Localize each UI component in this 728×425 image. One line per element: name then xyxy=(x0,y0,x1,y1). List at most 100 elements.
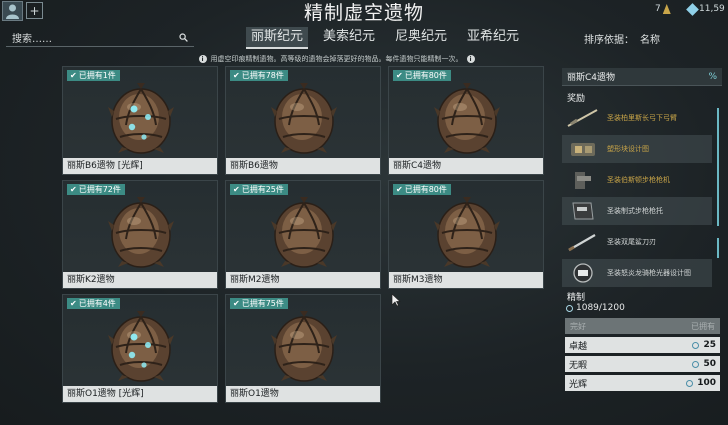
void-trace-icon xyxy=(686,379,694,387)
refine-option-row[interactable]: 卓越 25 xyxy=(565,337,720,353)
refine-level-name: 光辉 xyxy=(569,379,588,390)
reward-item[interactable]: 圣装伯斯顿步枪枪机 xyxy=(562,166,712,194)
relic-name: 丽斯K2遗物 xyxy=(63,272,217,288)
currency-platinum: 11,59 xyxy=(686,2,725,16)
check-icon: ✔ xyxy=(70,185,77,194)
owned-badge: ✔ 已拥有4件 xyxy=(67,298,120,309)
relic-icon xyxy=(271,83,337,154)
relic-card[interactable]: ✔ 已拥有80件丽斯C4遗物 xyxy=(388,66,544,175)
owned-count: 已拥有78件 xyxy=(241,71,284,80)
owned-count: 已拥有4件 xyxy=(78,299,116,308)
owned-count: 已拥有80件 xyxy=(404,185,447,194)
reward-item-icon xyxy=(565,261,601,285)
search-icon xyxy=(179,33,188,42)
relic-card[interactable]: ✔ 已拥有75件 丽斯O1遗物 xyxy=(225,294,381,403)
relic-icon xyxy=(108,311,174,382)
relic-card[interactable]: ✔ 已拥有1件丽斯B6遗物 [光辉] xyxy=(62,66,218,175)
rewards-scrollbar-lower[interactable] xyxy=(717,238,719,258)
tab-axi[interactable]: 亚希纪元 xyxy=(462,27,524,49)
percent-toggle[interactable]: % xyxy=(708,72,717,82)
relic-icon xyxy=(108,83,174,154)
tab-neo[interactable]: 尼奥纪元 xyxy=(390,27,452,49)
refine-option-row[interactable]: 光辉 100 xyxy=(565,375,720,391)
relic-icon xyxy=(434,197,500,268)
check-icon: ✔ xyxy=(233,299,240,308)
panel-header: 丽斯C4遗物 % xyxy=(562,68,722,86)
tab-meso[interactable]: 美索纪元 xyxy=(318,27,380,49)
refine-level-name: 卓越 xyxy=(569,341,588,352)
owned-count: 已拥有72件 xyxy=(78,185,121,194)
owned-badge: ✔ 已拥有80件 xyxy=(393,184,451,195)
check-icon: ✔ xyxy=(396,185,403,194)
reward-item[interactable]: 塑形块设计图 xyxy=(562,135,712,163)
relic-name: 丽斯M2遗物 xyxy=(226,272,380,288)
refine-option-row[interactable]: 无暇 50 xyxy=(565,356,720,372)
relic-name: 丽斯C4遗物 xyxy=(389,158,543,174)
relic-name: 丽斯M3遗物 xyxy=(389,272,543,288)
search-input[interactable]: 搜索…… xyxy=(6,29,194,47)
void-trace-icon xyxy=(692,341,700,349)
reward-name: 圣装制式步枪枪托 xyxy=(607,207,663,215)
reward-item-icon xyxy=(565,106,601,130)
refine-header-row: 完好 已拥有 xyxy=(565,318,720,334)
reward-item-icon xyxy=(565,199,601,223)
owned-count: 已拥有80件 xyxy=(404,71,447,80)
credits-value: 7 xyxy=(655,4,661,14)
owned-count: 已拥有75件 xyxy=(241,299,284,308)
reward-item[interactable]: 圣装怒炎龙骑枪光器设计图 xyxy=(562,259,712,287)
refine-cost-value: 50 xyxy=(703,359,716,369)
reward-name: 塑形块设计图 xyxy=(607,145,649,153)
owned-count: 已拥有1件 xyxy=(78,71,116,80)
void-traces-value: 1089/1200 xyxy=(576,303,625,313)
relic-card[interactable]: ✔ 已拥有80件丽斯M3遗物 xyxy=(388,180,544,289)
refine-cost-value: 25 xyxy=(703,340,716,350)
relic-icon xyxy=(271,197,337,268)
owned-badge: ✔ 已拥有78件 xyxy=(230,70,288,81)
platinum-icon xyxy=(686,2,699,16)
check-icon: ✔ xyxy=(396,71,403,80)
relic-name: 丽斯O1遗物 [光辉] xyxy=(63,386,217,402)
refine-notice: i 用虚空印痕精制遗物。高等级的遗物会掉落更好的物品。每件遗物只能精制一次。 i xyxy=(0,54,728,64)
currency-credits: 7 xyxy=(655,4,671,14)
reward-name: 圣装伯斯顿步枪枪机 xyxy=(607,176,670,184)
reward-item-icon xyxy=(565,137,601,161)
owned-badge: ✔ 已拥有1件 xyxy=(67,70,120,81)
relic-name: 丽斯B6遗物 [光辉] xyxy=(63,158,217,174)
relic-icon xyxy=(434,83,500,154)
top-bar: + 精制虚空遗物 7 11,59 xyxy=(0,0,728,26)
owned-badge: ✔ 已拥有75件 xyxy=(230,298,288,309)
sort-selector[interactable]: 排序依据： 名称 xyxy=(584,31,660,46)
relic-card[interactable]: ✔ 已拥有25件丽斯M2遗物 xyxy=(225,180,381,289)
relic-card[interactable]: ✔ 已拥有78件丽斯B6遗物 xyxy=(225,66,381,175)
tab-lith[interactable]: 丽斯纪元 xyxy=(246,27,309,49)
panel-title: 丽斯C4遗物 xyxy=(567,73,616,83)
check-icon: ✔ xyxy=(233,185,240,194)
relic-card[interactable]: ✔ 已拥有72件丽斯K2遗物 xyxy=(62,180,218,289)
relic-name: 丽斯B6遗物 xyxy=(226,158,380,174)
owned-badge: ✔ 已拥有72件 xyxy=(67,184,125,195)
check-icon: ✔ xyxy=(70,299,77,308)
relic-card[interactable]: ✔ 已拥有4件丽斯O1遗物 [光辉] xyxy=(62,294,218,403)
sort-value: 名称 xyxy=(640,35,660,46)
refine-cost: 50 xyxy=(692,359,716,369)
intact-label: 完好 xyxy=(570,321,586,331)
reward-item-icon xyxy=(565,230,601,254)
mouse-cursor-icon xyxy=(391,293,401,307)
info-icon[interactable]: i xyxy=(466,55,475,63)
rewards-heading: 奖励 xyxy=(567,94,586,104)
credits-icon xyxy=(662,4,671,14)
void-traces-count: 1089/1200 xyxy=(566,303,625,313)
owned-badge: ✔ 已拥有25件 xyxy=(230,184,288,195)
era-tabs: 丽斯纪元 美索纪元 尼奥纪元 亚希纪元 xyxy=(246,27,524,49)
notice-text: 用虚空印痕精制遗物。高等级的遗物会掉落更好的物品。每件遗物只能精制一次。 xyxy=(210,55,463,63)
relic-icon xyxy=(108,197,174,268)
reward-item[interactable]: 圣装制式步枪枪托 xyxy=(562,197,712,225)
reward-item-icon xyxy=(565,168,601,192)
page-title: 精制虚空遗物 xyxy=(303,2,424,24)
rewards-scrollbar[interactable] xyxy=(717,108,719,226)
refine-cost: 25 xyxy=(692,340,716,350)
reward-name: 圣装柏里斯长弓下弓臂 xyxy=(607,114,677,122)
reward-item[interactable]: 圣装柏里斯长弓下弓臂 xyxy=(562,104,712,132)
reward-item[interactable]: 圣装双尾鲨刀刃 xyxy=(562,228,712,256)
owned-label: 已拥有 xyxy=(691,321,715,331)
